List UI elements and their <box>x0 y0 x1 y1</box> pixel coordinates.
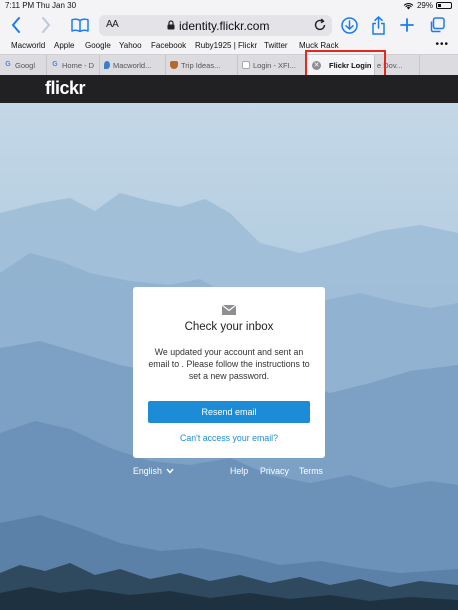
favorite-macworld[interactable]: Macworld <box>11 41 45 50</box>
status-date: Thu Jan 30 <box>36 1 77 10</box>
tabs-icon <box>430 17 445 33</box>
check-inbox-card: Check your inbox We updated your account… <box>133 287 325 458</box>
favorite-yahoo[interactable]: Yahoo <box>119 41 142 50</box>
trip-favicon <box>170 61 178 69</box>
url-text: identity.flickr.com <box>179 19 270 33</box>
text-size-button[interactable]: AA <box>106 19 119 30</box>
cant-access-email-link[interactable]: Can't access your email? <box>133 433 325 443</box>
favorites-bar: Macworld Apple Google Yahoo Facebook Rub… <box>0 38 458 53</box>
macworld-favicon <box>104 61 110 69</box>
generic-favicon <box>242 61 250 69</box>
status-bar: 7:11 PM Thu Jan 30 29% <box>0 0 458 12</box>
resend-email-button[interactable]: Resend email <box>148 401 310 423</box>
favorite-ruby1925-flickr[interactable]: Ruby1925 | Flickr <box>195 41 257 50</box>
bookmarks-button[interactable] <box>70 15 90 35</box>
chevron-down-icon <box>166 468 174 474</box>
downloads-button[interactable] <box>340 15 358 35</box>
envelope-icon <box>222 305 236 315</box>
chevron-left-icon <box>11 17 20 33</box>
tab-bar: G Googl G Home - D Macworld... Trip Ideas.… <box>0 54 458 75</box>
book-icon <box>71 18 89 32</box>
lock-icon <box>167 20 175 30</box>
tab-google[interactable]: G Googl <box>0 55 47 75</box>
browser-toolbar: AA identity.flickr.com <box>0 12 458 38</box>
tab-home[interactable]: G Home - D <box>47 55 100 75</box>
favorite-muck-rack[interactable]: Muck Rack <box>299 41 339 50</box>
tab-label: Trip Ideas... <box>181 60 221 70</box>
language-selector[interactable]: English <box>133 466 174 476</box>
forward-button[interactable] <box>38 15 54 35</box>
tab-label: Googl <box>15 60 36 70</box>
tab-label: Macworld... <box>113 60 152 70</box>
card-message: We updated your account and sent an emai… <box>148 347 310 381</box>
flickr-header: flickr <box>0 75 458 103</box>
chevron-right-icon <box>42 17 51 33</box>
tabs-overview-button[interactable] <box>428 15 446 35</box>
google-favicon: G <box>5 61 11 68</box>
more-icon[interactable]: ••• <box>435 39 449 50</box>
share-button[interactable] <box>369 15 387 35</box>
help-link[interactable]: Help <box>230 466 248 476</box>
new-tab-button[interactable] <box>398 15 416 35</box>
card-title: Check your inbox <box>184 321 274 333</box>
favorite-google[interactable]: Google <box>85 41 111 50</box>
favorite-apple[interactable]: Apple <box>54 41 74 50</box>
wifi-icon <box>403 2 414 9</box>
tab-trip-ideas[interactable]: Trip Ideas... <box>166 55 238 75</box>
favorite-facebook[interactable]: Facebook <box>151 41 186 50</box>
tab-label: Home - D <box>62 60 95 70</box>
tab-login-xfinity[interactable]: Login - XFI... <box>238 55 306 75</box>
status-time: 7:11 PM <box>5 1 35 10</box>
battery-icon <box>436 2 452 9</box>
reload-icon[interactable] <box>313 18 327 32</box>
favorite-twitter[interactable]: Twitter <box>264 41 288 50</box>
language-label: English <box>133 466 162 476</box>
back-button[interactable] <box>8 15 24 35</box>
terms-link[interactable]: Terms <box>299 466 323 476</box>
flickr-logo[interactable]: flickr <box>45 78 86 99</box>
tab-label: Login - XFI... <box>253 60 296 70</box>
address-bar[interactable]: AA identity.flickr.com <box>99 15 332 36</box>
battery-percent: 29% <box>416 1 433 10</box>
status-right: 29% <box>403 1 452 10</box>
plus-icon <box>400 18 414 32</box>
tab-macworld[interactable]: Macworld... <box>100 55 166 75</box>
share-icon <box>371 15 385 35</box>
google-favicon: G <box>52 61 58 68</box>
privacy-link[interactable]: Privacy <box>260 466 289 476</box>
download-icon <box>340 16 358 34</box>
